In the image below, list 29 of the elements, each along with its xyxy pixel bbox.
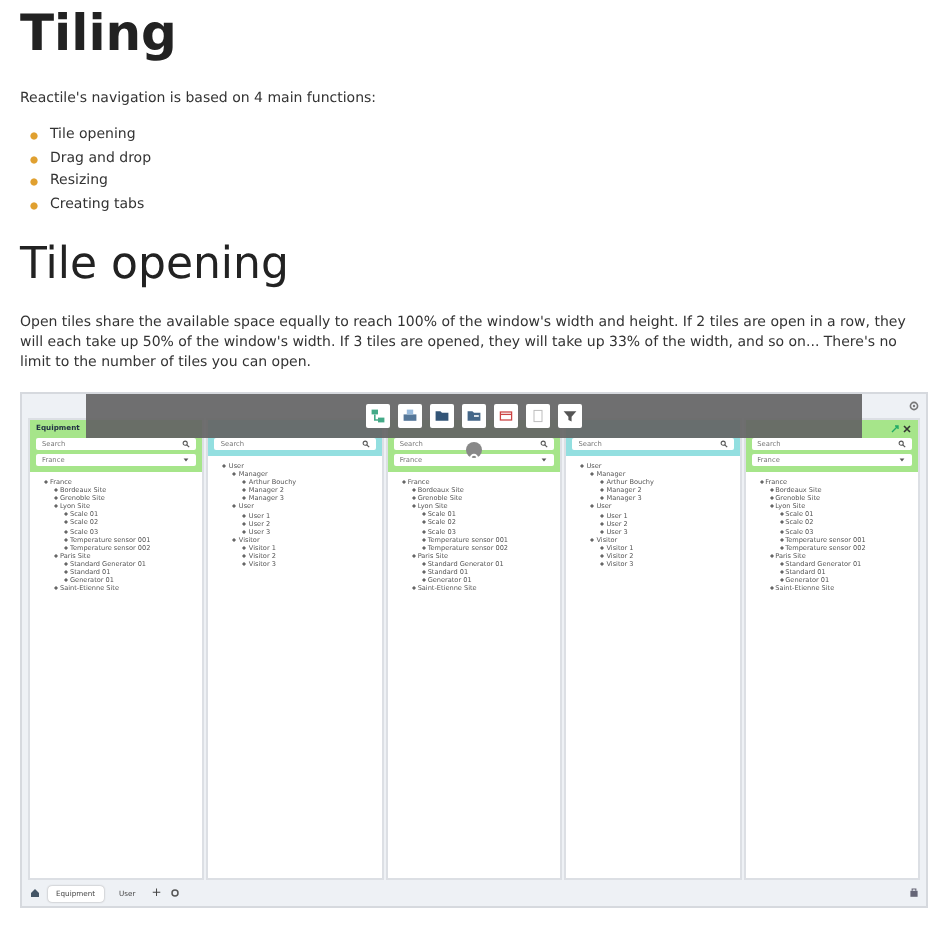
search-icon	[182, 440, 191, 448]
filter-icon	[562, 408, 578, 424]
printer-icon	[402, 408, 418, 424]
folder-icon	[466, 408, 482, 424]
folder-icon	[434, 408, 450, 424]
close-icon	[902, 423, 913, 433]
window-button[interactable]	[494, 404, 518, 428]
home-icon	[30, 888, 40, 898]
settings-icon	[908, 400, 920, 412]
expand-icon	[890, 423, 901, 433]
search-icon	[540, 440, 549, 448]
folder-button[interactable]	[430, 404, 454, 428]
window-icon	[498, 408, 514, 424]
lock-icon	[908, 886, 920, 898]
section-title: Tile opening	[20, 240, 289, 292]
tree-icon	[370, 408, 386, 424]
search-icon	[361, 440, 370, 448]
caret-icon	[540, 456, 549, 464]
search-icon	[719, 440, 728, 448]
page-title: Tiling	[20, 4, 177, 64]
search-icon	[898, 440, 907, 448]
folder-button[interactable]	[462, 404, 486, 428]
document-icon	[530, 408, 546, 424]
caret-icon	[898, 456, 907, 464]
tree-button[interactable]	[366, 404, 390, 428]
caret-icon	[182, 456, 191, 464]
settings-icon	[169, 888, 180, 898]
filter-button[interactable]	[558, 404, 582, 428]
printer-button[interactable]	[398, 404, 422, 428]
